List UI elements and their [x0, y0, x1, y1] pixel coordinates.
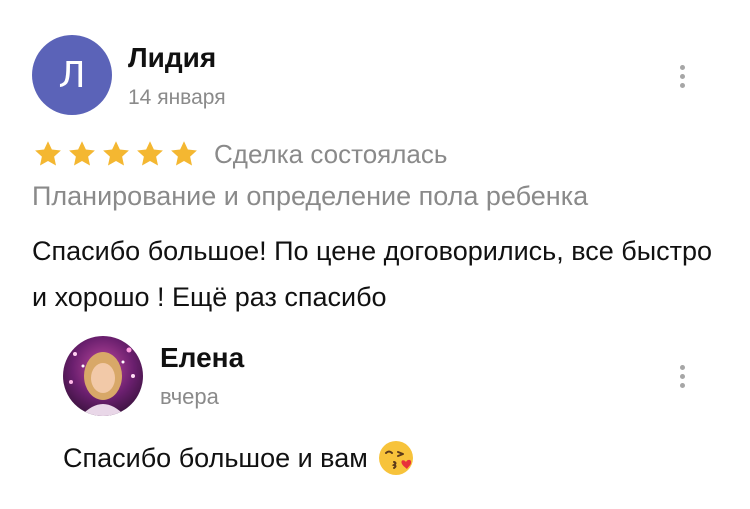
- review-date: 14 января: [128, 86, 226, 109]
- reply-text: Спасибо большое и вам: [63, 443, 368, 473]
- star-icon: [69, 141, 95, 166]
- star-icon: [103, 141, 129, 166]
- deal-status: Сделка состоялась: [214, 138, 448, 169]
- star-icon: [137, 141, 163, 166]
- star-icon: [171, 141, 197, 166]
- more-vertical-icon[interactable]: [670, 356, 694, 396]
- rating-row: Сделка состоялась: [32, 138, 447, 170]
- face-blowing-kiss-icon: [378, 441, 413, 475]
- reply-author-name[interactable]: Елена: [160, 342, 244, 374]
- author-name[interactable]: Лидия: [128, 42, 216, 74]
- review-text: Спасибо большое! По цене договорились, в…: [32, 236, 713, 312]
- more-vertical-icon[interactable]: [670, 56, 694, 96]
- avatar[interactable]: Л: [32, 35, 112, 115]
- star-icon: [35, 141, 61, 166]
- reply-avatar[interactable]: [63, 336, 143, 416]
- star-rating: [32, 139, 200, 169]
- review-card: Л Лидия 14 января Сделка состоялась План…: [0, 0, 750, 509]
- service-category[interactable]: Планирование и определение пола ребенка: [32, 181, 588, 212]
- reply-text-row: Спасибо большое и вам: [63, 438, 416, 478]
- avatar-initial: Л: [58, 54, 86, 96]
- avatar-photo: [63, 336, 143, 416]
- reply-date: вчера: [160, 384, 219, 409]
